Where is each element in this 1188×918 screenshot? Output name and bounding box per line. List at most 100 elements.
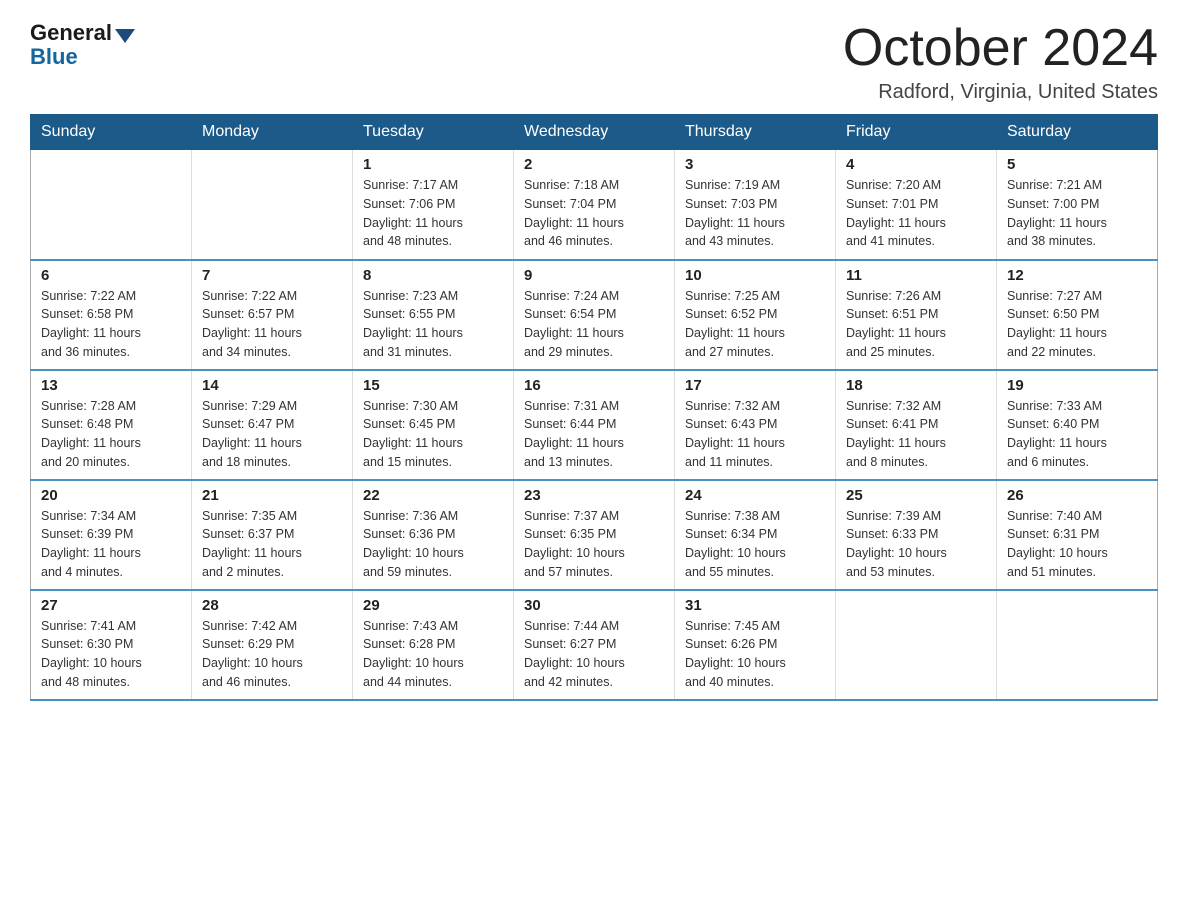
day-cell: 8Sunrise: 7:23 AM Sunset: 6:55 PM Daylig… <box>353 260 514 370</box>
day-cell: 22 Sunrise: 7:36 AM Sunset: 6:36 PM Dayli… <box>353 480 514 590</box>
week-row-5: 27 Sunrise: 7:41 AM Sunset: 6:30 PM Dayli… <box>31 590 1158 700</box>
calendar-table: SundayMondayTuesdayWednesdayThursdayFrid… <box>30 114 1158 701</box>
day-cell: 9Sunrise: 7:24 AM Sunset: 6:54 PM Daylig… <box>514 260 675 370</box>
day-info: Sunrise: 7:19 AM Sunset: 7:03 PM Dayligh… <box>685 176 825 251</box>
day-number: 21 <box>202 487 342 504</box>
day-cell: 25Sunrise: 7:39 AM Sunset: 6:33 PM Dayli… <box>836 480 997 590</box>
day-number: 24 <box>685 487 825 504</box>
day-info: Sunrise: 7:17 AM Sunset: 7:06 PM Dayligh… <box>363 176 503 251</box>
day-number: 13 <box>41 377 181 394</box>
day-info: Sunrise: 7:21 AM Sunset: 7:00 PM Dayligh… <box>1007 176 1147 251</box>
day-info: Sunrise: 7:43 AM Sunset: 6:28 PM Dayligh… <box>363 617 503 692</box>
day-info: Sunrise: 7:18 AM Sunset: 7:04 PM Dayligh… <box>524 176 664 251</box>
day-info: Sunrise: 7:20 AM Sunset: 7:01 PM Dayligh… <box>846 176 986 251</box>
day-cell: 2 Sunrise: 7:18 AM Sunset: 7:04 PM Daylig… <box>514 150 675 260</box>
day-number: 15 <box>363 377 503 394</box>
day-info: Sunrise: 7:32 AM Sunset: 6:41 PM Dayligh… <box>846 397 986 472</box>
header-cell-friday: Friday <box>836 115 997 150</box>
day-cell: 18 Sunrise: 7:32 AM Sunset: 6:41 PM Dayli… <box>836 370 997 480</box>
day-info: Sunrise: 7:36 AM Sunset: 6:36 PM Dayligh… <box>363 507 503 582</box>
header-row: SundayMondayTuesdayWednesdayThursdayFrid… <box>31 115 1158 150</box>
day-info: Sunrise: 7:45 AM Sunset: 6:26 PM Dayligh… <box>685 617 825 692</box>
day-number: 29 <box>363 597 503 614</box>
day-cell: 16 Sunrise: 7:31 AM Sunset: 6:44 PM Dayli… <box>514 370 675 480</box>
header-cell-saturday: Saturday <box>997 115 1158 150</box>
logo-arrow-icon <box>115 29 135 43</box>
day-number: 2 <box>524 156 664 173</box>
day-number: 22 <box>363 487 503 504</box>
day-number: 3 <box>685 156 825 173</box>
day-number: 20 <box>41 487 181 504</box>
day-number: 18 <box>846 377 986 394</box>
day-info: Sunrise: 7:31 AM Sunset: 6:44 PM Dayligh… <box>524 397 664 472</box>
day-info: Sunrise: 7:40 AM Sunset: 6:31 PM Dayligh… <box>1007 507 1147 582</box>
day-cell: 13 Sunrise: 7:28 AM Sunset: 6:48 PM Dayli… <box>31 370 192 480</box>
day-number: 28 <box>202 597 342 614</box>
day-number: 14 <box>202 377 342 394</box>
title-area: October 2024 Radford, Virginia, United S… <box>843 20 1158 104</box>
day-cell: 26Sunrise: 7:40 AM Sunset: 6:31 PM Dayli… <box>997 480 1158 590</box>
calendar-header: SundayMondayTuesdayWednesdayThursdayFrid… <box>31 115 1158 150</box>
week-row-4: 20 Sunrise: 7:34 AM Sunset: 6:39 PM Dayli… <box>31 480 1158 590</box>
day-cell <box>836 590 997 700</box>
day-info: Sunrise: 7:32 AM Sunset: 6:43 PM Dayligh… <box>685 397 825 472</box>
day-number: 7 <box>202 267 342 284</box>
day-cell: 17 Sunrise: 7:32 AM Sunset: 6:43 PM Dayli… <box>675 370 836 480</box>
day-info: Sunrise: 7:27 AM Sunset: 6:50 PM Dayligh… <box>1007 287 1147 362</box>
day-info: Sunrise: 7:22 AM Sunset: 6:57 PM Dayligh… <box>202 287 342 362</box>
day-cell: 24 Sunrise: 7:38 AM Sunset: 6:34 PM Dayli… <box>675 480 836 590</box>
day-number: 27 <box>41 597 181 614</box>
day-number: 8 <box>363 267 503 284</box>
day-number: 17 <box>685 377 825 394</box>
calendar-body: 1 Sunrise: 7:17 AM Sunset: 7:06 PM Daylig… <box>31 150 1158 700</box>
day-info: Sunrise: 7:37 AM Sunset: 6:35 PM Dayligh… <box>524 507 664 582</box>
day-cell: 5 Sunrise: 7:21 AM Sunset: 7:00 PM Daylig… <box>997 150 1158 260</box>
day-info: Sunrise: 7:34 AM Sunset: 6:39 PM Dayligh… <box>41 507 181 582</box>
day-cell: 28Sunrise: 7:42 AM Sunset: 6:29 PM Dayli… <box>192 590 353 700</box>
day-cell: 31 Sunrise: 7:45 AM Sunset: 6:26 PM Dayli… <box>675 590 836 700</box>
day-number: 6 <box>41 267 181 284</box>
header-cell-monday: Monday <box>192 115 353 150</box>
header-cell-wednesday: Wednesday <box>514 115 675 150</box>
logo: General Blue <box>30 20 135 70</box>
day-cell: 10 Sunrise: 7:25 AM Sunset: 6:52 PM Dayli… <box>675 260 836 370</box>
day-number: 1 <box>363 156 503 173</box>
day-info: Sunrise: 7:28 AM Sunset: 6:48 PM Dayligh… <box>41 397 181 472</box>
day-number: 31 <box>685 597 825 614</box>
day-info: Sunrise: 7:29 AM Sunset: 6:47 PM Dayligh… <box>202 397 342 472</box>
day-cell <box>31 150 192 260</box>
day-info: Sunrise: 7:41 AM Sunset: 6:30 PM Dayligh… <box>41 617 181 692</box>
day-cell: 12Sunrise: 7:27 AM Sunset: 6:50 PM Dayli… <box>997 260 1158 370</box>
day-info: Sunrise: 7:38 AM Sunset: 6:34 PM Dayligh… <box>685 507 825 582</box>
day-cell: 30Sunrise: 7:44 AM Sunset: 6:27 PM Dayli… <box>514 590 675 700</box>
day-info: Sunrise: 7:30 AM Sunset: 6:45 PM Dayligh… <box>363 397 503 472</box>
day-info: Sunrise: 7:22 AM Sunset: 6:58 PM Dayligh… <box>41 287 181 362</box>
day-cell: 4 Sunrise: 7:20 AM Sunset: 7:01 PM Daylig… <box>836 150 997 260</box>
header-cell-thursday: Thursday <box>675 115 836 150</box>
day-info: Sunrise: 7:33 AM Sunset: 6:40 PM Dayligh… <box>1007 397 1147 472</box>
day-number: 4 <box>846 156 986 173</box>
day-info: Sunrise: 7:24 AM Sunset: 6:54 PM Dayligh… <box>524 287 664 362</box>
day-cell: 3 Sunrise: 7:19 AM Sunset: 7:03 PM Daylig… <box>675 150 836 260</box>
month-title: October 2024 <box>843 20 1158 77</box>
day-info: Sunrise: 7:25 AM Sunset: 6:52 PM Dayligh… <box>685 287 825 362</box>
day-cell: 19Sunrise: 7:33 AM Sunset: 6:40 PM Dayli… <box>997 370 1158 480</box>
logo-blue-text: Blue <box>30 44 78 70</box>
week-row-1: 1 Sunrise: 7:17 AM Sunset: 7:06 PM Daylig… <box>31 150 1158 260</box>
day-cell: 29 Sunrise: 7:43 AM Sunset: 6:28 PM Dayli… <box>353 590 514 700</box>
day-number: 10 <box>685 267 825 284</box>
day-number: 11 <box>846 267 986 284</box>
day-cell <box>192 150 353 260</box>
logo-general-text: General <box>30 20 135 46</box>
day-info: Sunrise: 7:44 AM Sunset: 6:27 PM Dayligh… <box>524 617 664 692</box>
day-cell: 27 Sunrise: 7:41 AM Sunset: 6:30 PM Dayli… <box>31 590 192 700</box>
day-cell: 14 Sunrise: 7:29 AM Sunset: 6:47 PM Dayli… <box>192 370 353 480</box>
day-cell: 6 Sunrise: 7:22 AM Sunset: 6:58 PM Daylig… <box>31 260 192 370</box>
day-number: 16 <box>524 377 664 394</box>
day-cell: 23Sunrise: 7:37 AM Sunset: 6:35 PM Dayli… <box>514 480 675 590</box>
day-number: 5 <box>1007 156 1147 173</box>
day-info: Sunrise: 7:35 AM Sunset: 6:37 PM Dayligh… <box>202 507 342 582</box>
header-cell-sunday: Sunday <box>31 115 192 150</box>
day-cell: 7 Sunrise: 7:22 AM Sunset: 6:57 PM Daylig… <box>192 260 353 370</box>
day-cell: 15 Sunrise: 7:30 AM Sunset: 6:45 PM Dayli… <box>353 370 514 480</box>
